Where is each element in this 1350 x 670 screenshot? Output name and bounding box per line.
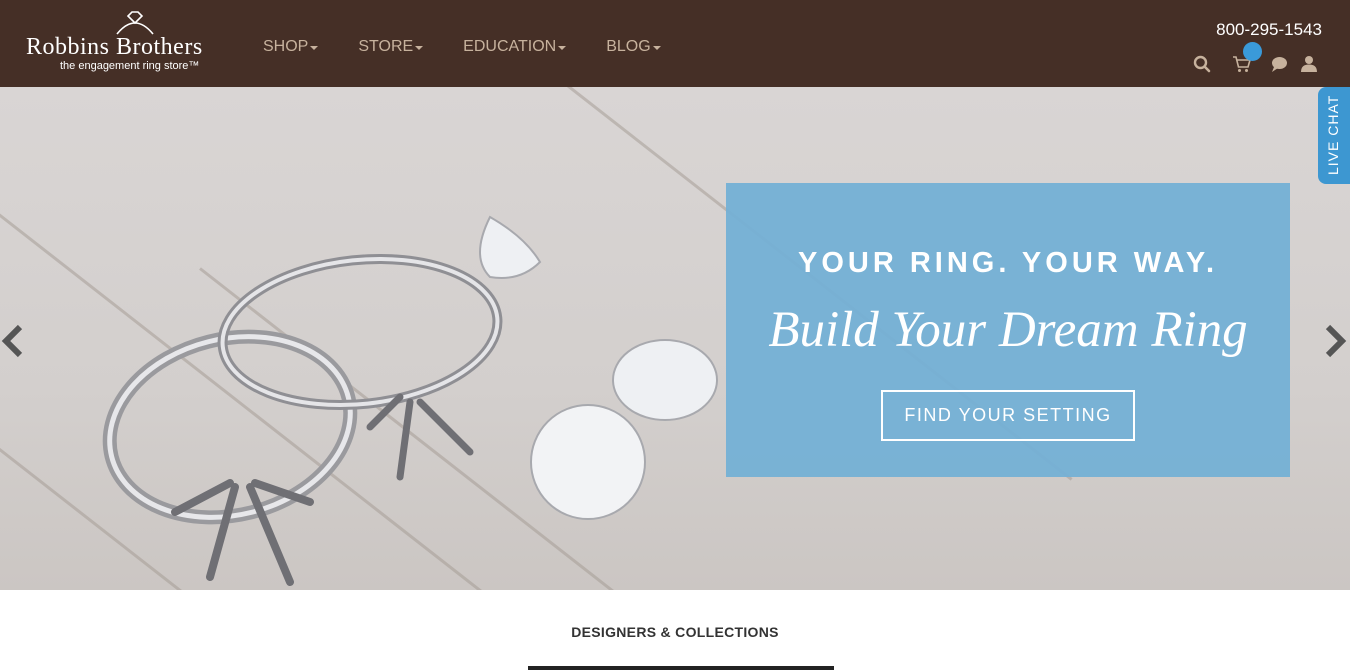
robbins-brothers-logo[interactable]: Robbins Brothers the engagement ring sto… (26, 10, 231, 74)
cart-badge (1243, 42, 1262, 61)
nav-store-label: STORE (358, 38, 414, 55)
search-icon[interactable] (1190, 52, 1214, 76)
rings-and-diamonds-image (102, 215, 718, 586)
chat-bubble-icon[interactable] (1267, 52, 1291, 76)
caret-down-icon (558, 46, 567, 50)
nav-shop[interactable]: SHOP (263, 38, 319, 56)
site-header: Robbins Brothers the engagement ring sto… (0, 0, 1350, 87)
ring-logo-icon (116, 11, 154, 35)
nav-store[interactable]: STORE (358, 38, 424, 56)
phone-number[interactable]: 800-295-1543 (1216, 20, 1322, 40)
promo-box: YOUR RING. YOUR WAY. Build Your Dream Ri… (726, 183, 1290, 477)
caret-down-icon (652, 46, 661, 50)
nav-shop-label: SHOP (263, 38, 309, 55)
logo-wordmark: Robbins Brothers (26, 34, 203, 60)
live-chat-label: LIVE CHAT (1325, 94, 1341, 175)
carousel-next-arrow[interactable] (1322, 323, 1348, 359)
nav-education[interactable]: EDUCATION (463, 38, 567, 56)
hero-banner[interactable]: YOUR RING. YOUR WAY. Build Your Dream Ri… (0, 87, 1350, 590)
nav-education-label: EDUCATION (463, 38, 557, 55)
section-title: DESIGNERS & COLLECTIONS (571, 624, 779, 640)
main-nav: SHOP STORE EDUCATION BLOG (263, 38, 701, 56)
caret-down-icon (415, 46, 424, 50)
promo-subheadline: Build Your Dream Ring (768, 302, 1248, 358)
nav-blog-label: BLOG (606, 38, 651, 55)
user-icon[interactable] (1297, 52, 1321, 76)
caret-down-icon (310, 46, 319, 50)
find-your-setting-button[interactable]: FIND YOUR SETTING (881, 390, 1135, 441)
section-underline (528, 666, 834, 670)
promo-headline: YOUR RING. YOUR WAY. (797, 247, 1218, 279)
nav-blog[interactable]: BLOG (606, 38, 661, 56)
carousel-prev-arrow[interactable] (0, 323, 26, 359)
logo-tagline: the engagement ring store™ (60, 60, 200, 72)
live-chat-tab[interactable]: LIVE CHAT (1318, 87, 1350, 184)
